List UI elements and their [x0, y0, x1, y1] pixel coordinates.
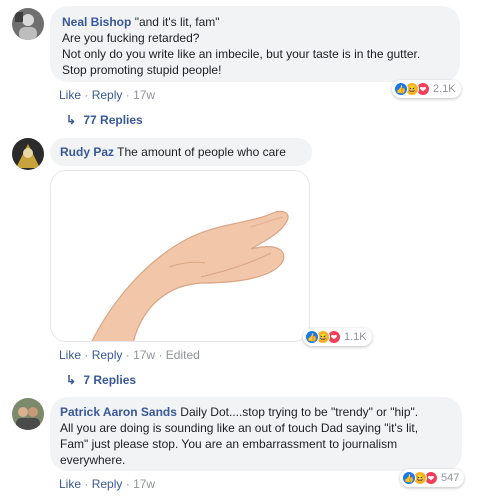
like-button[interactable]: Like: [59, 88, 81, 102]
author-name[interactable]: Neal Bishop: [62, 15, 131, 29]
comment-text: The amount of people who care: [117, 145, 286, 159]
comment-line: Stop promoting stupid people!: [62, 63, 222, 77]
comment-line: everywhere.: [60, 453, 126, 467]
avatar-patrick-aaron-sands[interactable]: [12, 398, 44, 430]
author-name[interactable]: Rudy Paz: [60, 145, 114, 159]
reply-button[interactable]: Reply: [92, 348, 123, 362]
comment-actions: Like · Reply · 17w: [59, 477, 156, 491]
timestamp[interactable]: 17w: [133, 348, 155, 362]
author-name[interactable]: Patrick Aaron Sands: [60, 405, 177, 419]
view-replies-link[interactable]: ↳ 77 Replies: [66, 113, 143, 127]
view-replies-link[interactable]: ↳ 7 Replies: [66, 373, 136, 387]
comment-line: Are you fucking retarded?: [62, 31, 200, 45]
timestamp[interactable]: 17w: [133, 477, 155, 491]
like-icon: 👍: [394, 82, 408, 96]
comment-bubble: Rudy Paz The amount of people who care: [50, 138, 312, 166]
like-icon: 👍: [402, 471, 416, 485]
reactions-summary[interactable]: 👍 😆 ❤ 547: [400, 469, 465, 487]
comment-line: Neal Bishop "and it's lit, fam": [62, 15, 220, 29]
avatar-rudy-paz[interactable]: [12, 138, 44, 170]
comment-line: Not only do you write like an imbecile, …: [62, 47, 421, 61]
comment-bubble: Neal Bishop "and it's lit, fam" Are you …: [50, 6, 460, 82]
reply-arrow-icon: ↳: [66, 373, 77, 387]
comment-bubble: Patrick Aaron Sands Daily Dot....stop tr…: [50, 397, 462, 471]
reaction-count: 2.1K: [433, 83, 456, 95]
comment-actions: Like · Reply · 17w · Edited: [59, 348, 200, 362]
comment-line: All you are doing is sounding like an ou…: [60, 421, 419, 435]
comment-line: Patrick Aaron Sands Daily Dot....stop tr…: [60, 405, 419, 419]
reactions-summary[interactable]: 👍 😆 ❤ 2.1K: [392, 80, 461, 98]
reaction-count: 1.1K: [344, 331, 367, 343]
comment-line: Fam" just please stop. You are an embarr…: [60, 437, 398, 451]
edited-label[interactable]: Edited: [166, 348, 200, 362]
timestamp[interactable]: 17w: [133, 88, 155, 102]
like-button[interactable]: Like: [59, 348, 81, 362]
comment-actions: Like · Reply · 17w: [59, 88, 156, 102]
comment-photo-hand[interactable]: [50, 170, 310, 342]
avatar-neal-bishop[interactable]: [12, 8, 44, 40]
reply-button[interactable]: Reply: [92, 477, 123, 491]
like-button[interactable]: Like: [59, 477, 81, 491]
reply-arrow-icon: ↳: [66, 113, 77, 127]
reactions-summary[interactable]: 👍 😆 ❤ 1.1K: [303, 328, 372, 346]
reply-button[interactable]: Reply: [92, 88, 123, 102]
reaction-count: 547: [441, 472, 460, 484]
like-icon: 👍: [305, 330, 319, 344]
